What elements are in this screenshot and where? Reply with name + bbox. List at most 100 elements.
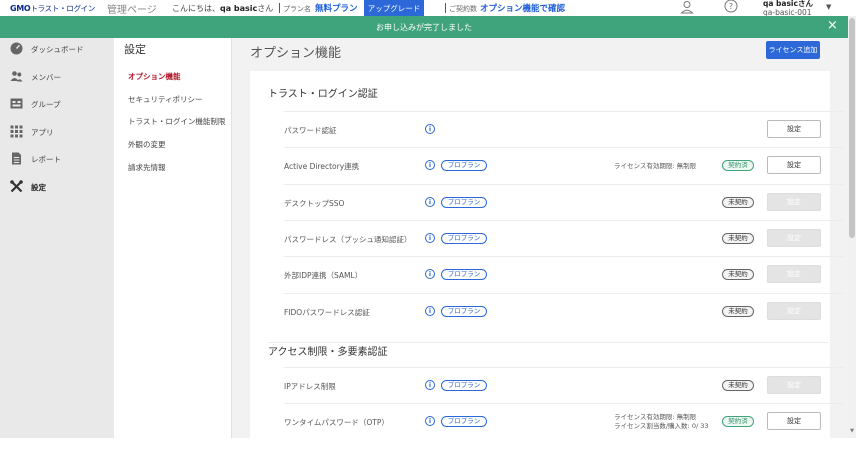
top-bar: GMOトラスト・ログイン 管理ページ こんにちは、qa basicさん プラン名… <box>0 0 856 17</box>
option-row-fido: FIDOパスワードレス認証 i プロプラン 未契約 設定 <box>284 293 844 329</box>
upgrade-button[interactable]: アップグレード <box>364 0 424 16</box>
bottom-strip <box>0 438 856 464</box>
option-label: FIDOパスワードレス認証 <box>284 308 370 317</box>
main-content: オプション機能 ライセンス追加 トラスト・ログイン認証 パスワード認証 i 設定… <box>232 38 848 438</box>
sidebar-item-dashboard[interactable]: ダッシュボード <box>0 38 114 60</box>
info-icon[interactable]: i <box>425 233 435 243</box>
option-label: Active Directory連携 <box>284 162 360 171</box>
license-expiry: ライセンス有効期限: 無制限 <box>614 162 697 170</box>
submenu-item-function-limits[interactable]: トラスト・ログイン機能制限 <box>128 116 225 127</box>
plan-label: プラン名 <box>283 5 311 13</box>
app-logo[interactable]: GMOトラスト・ログイン <box>10 3 95 14</box>
help-icon[interactable]: ? <box>723 0 739 14</box>
section-title: アクセス制限・多要素認証 <box>268 342 828 358</box>
info-icon[interactable]: i <box>425 306 435 316</box>
settings-button[interactable]: 設定 <box>767 265 821 283</box>
settings-submenu: 設定 オプション機能 セキュリティポリシー トラスト・ログイン機能制限 外観の変… <box>114 38 232 438</box>
settings-tools-icon <box>10 180 23 193</box>
pro-plan-badge: プロプラン <box>441 306 487 317</box>
sidebar-item-label: メンバー <box>31 73 61 82</box>
greeting: こんにちは、qa basicさん <box>172 3 273 14</box>
sidebar-item-group[interactable]: グループ <box>0 93 114 115</box>
sidebar-item-label: レポート <box>31 155 61 164</box>
contract-value-link[interactable]: オプション機能で確認 <box>480 2 565 14</box>
apps-grid-icon <box>10 125 23 138</box>
report-icon <box>12 152 21 165</box>
option-label: IPアドレス制限 <box>284 382 336 391</box>
settings-button[interactable]: 設定 <box>767 193 821 211</box>
info-icon[interactable]: i <box>425 124 435 134</box>
status-badge: 未契約 <box>722 380 754 391</box>
status-badge: 未契約 <box>722 233 754 244</box>
option-label: 外部IDP連携（SAML） <box>284 271 363 280</box>
sidebar-item-label: アプリ <box>31 128 54 137</box>
status-badge: 契約済 <box>722 416 754 427</box>
sidebar-item-label: 設定 <box>31 183 46 192</box>
svg-text:?: ? <box>729 2 733 11</box>
submenu-item-appearance[interactable]: 外観の変更 <box>128 139 166 150</box>
submenu-item-billing[interactable]: 請求先情報 <box>128 162 166 173</box>
members-icon <box>10 71 23 82</box>
option-label: パスワードレス（プッシュ通知認証） <box>284 235 412 244</box>
license-allocation: ライセンス割当数/購入数: 0/ 33 <box>614 422 709 430</box>
greeting-suffix: さん <box>257 4 274 13</box>
settings-button[interactable]: 設定 <box>767 412 821 430</box>
plan-value[interactable]: 無料プラン <box>315 2 358 14</box>
pro-plan-badge: プロプラン <box>441 233 487 244</box>
sidebar: ダッシュボード メンバー グループ アプリ レポート 設定 <box>0 38 114 438</box>
info-icon[interactable]: i <box>425 416 435 426</box>
notification-text: お申し込みが完了しました <box>376 23 472 32</box>
option-row-active-directory: Active Directory連携 i プロプラン ライセンス有効期限: 無制… <box>284 147 844 183</box>
section-title: トラスト・ログイン認証 <box>268 89 378 100</box>
info-icon[interactable]: i <box>425 380 435 390</box>
vertical-scrollbar[interactable]: ▼ <box>848 16 856 438</box>
settings-button[interactable]: 設定 <box>767 120 821 138</box>
sidebar-item-report[interactable]: レポート <box>0 148 114 170</box>
settings-button[interactable]: 設定 <box>767 229 821 247</box>
scrollbar-thumb[interactable] <box>849 18 855 238</box>
settings-button[interactable]: 設定 <box>767 376 821 394</box>
scroll-down-arrow-icon[interactable]: ▼ <box>848 428 856 434</box>
add-license-button[interactable]: ライセンス追加 <box>766 41 820 59</box>
pro-plan-badge: プロプラン <box>441 197 487 208</box>
option-label: デスクトップSSO <box>284 199 345 208</box>
status-badge: 契約済 <box>722 160 754 171</box>
sidebar-item-label: ダッシュボード <box>31 45 84 54</box>
user-icon[interactable] <box>680 0 694 14</box>
option-row-desktop-sso: デスクトップSSO i プロプラン 未契約 設定 <box>284 184 844 220</box>
greeting-prefix: こんにちは、 <box>172 4 220 13</box>
sidebar-item-label: グループ <box>31 100 61 109</box>
settings-button[interactable]: 設定 <box>767 302 821 320</box>
submenu-title: 設定 <box>124 43 146 56</box>
status-badge: 未契約 <box>722 306 754 317</box>
sidebar-item-apps[interactable]: アプリ <box>0 121 114 143</box>
pro-plan-badge: プロプラン <box>441 380 487 391</box>
option-row-otp: ワンタイムパスワード（OTP） i プロプラン ライセンス有効期限: 無制限 ラ… <box>284 403 844 438</box>
submenu-item-security-policy[interactable]: セキュリティポリシー <box>128 94 203 105</box>
admin-page-label: 管理ページ <box>107 5 157 16</box>
logo-brand: GMO <box>10 4 31 13</box>
pro-plan-badge: プロプラン <box>441 269 487 280</box>
group-icon <box>10 98 23 109</box>
sidebar-item-members[interactable]: メンバー <box>0 66 114 88</box>
info-icon[interactable]: i <box>425 160 435 170</box>
info-icon[interactable]: i <box>425 197 435 207</box>
logo-product: トラスト・ログイン <box>30 4 96 13</box>
contract-label: ご契約数 <box>449 5 477 13</box>
divider <box>445 3 446 13</box>
status-badge: 未契約 <box>722 269 754 280</box>
sidebar-item-settings[interactable]: 設定 <box>0 176 114 198</box>
info-icon[interactable]: i <box>425 269 435 279</box>
submenu-item-options[interactable]: オプション機能 <box>128 71 181 82</box>
option-row-ip-restriction: IPアドレス制限 i プロプラン 未契約 設定 <box>284 367 844 403</box>
settings-button[interactable]: 設定 <box>767 156 821 174</box>
page-title: オプション機能 <box>250 46 342 61</box>
dashboard-icon <box>10 42 23 55</box>
caret-down-icon[interactable]: ▼ <box>826 3 831 11</box>
option-label: ワンタイムパスワード（OTP） <box>284 418 389 427</box>
option-label: パスワード認証 <box>284 126 337 135</box>
pro-plan-badge: プロプラン <box>441 160 487 171</box>
close-icon[interactable]: × <box>827 19 838 33</box>
license-expiry: ライセンス有効期限: 無制限 <box>614 413 697 421</box>
option-row-password: パスワード認証 i 設定 <box>284 111 844 147</box>
